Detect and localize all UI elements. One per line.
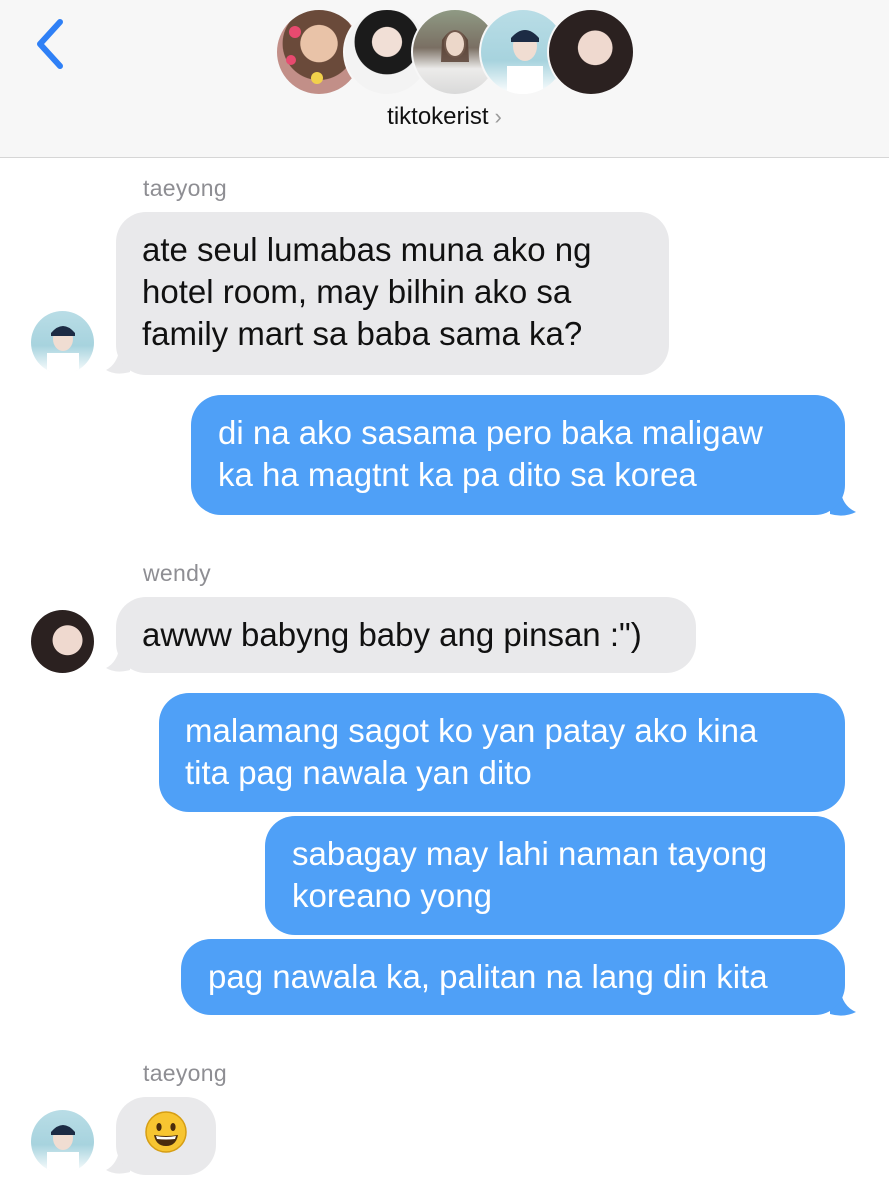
chevron-left-icon (37, 19, 63, 69)
group-avatar (547, 8, 635, 96)
avatar-image-icon (47, 326, 79, 374)
avatar[interactable] (31, 311, 94, 374)
avatar[interactable] (31, 1110, 94, 1173)
back-button[interactable] (30, 16, 74, 72)
message-bubble-outgoing[interactable]: di na ako sasama pero baka maligaw ka ha… (191, 395, 845, 515)
group-name-label: tiktokerist (387, 103, 489, 130)
message-text: ate seul lumabas muna ako ng (142, 231, 592, 268)
sender-label: taeyong (143, 175, 227, 201)
message-bubble-outgoing[interactable]: malamang sagot ko yan patay ako kina tit… (159, 693, 845, 812)
message-text: family mart sa baba sama ka? (142, 315, 583, 352)
chevron-right-icon: › (494, 104, 502, 129)
avatar[interactable] (31, 610, 94, 673)
message-text: pag nawala ka, palitan na lang din kita (208, 958, 768, 995)
conversation-header: tiktokerist › (0, 0, 889, 158)
message-text: ka ha magtnt ka pa dito sa korea (218, 456, 697, 493)
message-bubble-incoming[interactable] (116, 1097, 216, 1175)
message-text: awww babyng baby ang pinsan :") (142, 616, 642, 653)
message-text: tita pag nawala yan dito (185, 754, 532, 791)
sender-label: taeyong (143, 1060, 227, 1086)
group-name[interactable]: tiktokerist › (0, 103, 889, 131)
message-text: di na ako sasama pero baka maligaw (218, 414, 763, 451)
message-text: sabagay may lahi naman tayong (292, 835, 768, 872)
group-avatars[interactable] (275, 8, 635, 96)
message-bubble-outgoing[interactable]: sabagay may lahi naman tayong koreano yo… (265, 816, 845, 935)
message-text: malamang sagot ko yan patay ako kina (185, 712, 758, 749)
sender-label: wendy (143, 560, 211, 586)
avatar-image-icon (47, 1125, 79, 1173)
message-text: koreano yong (292, 877, 492, 914)
message-bubble-outgoing[interactable]: pag nawala ka, palitan na lang din kita (181, 939, 845, 1015)
message-text: hotel room, may bilhin ako sa (142, 273, 572, 310)
message-bubble-incoming[interactable]: awww babyng baby ang pinsan :") (116, 597, 696, 673)
grinning-face-emoji-icon (145, 1111, 187, 1153)
message-bubble-incoming[interactable]: ate seul lumabas muna ako ng hotel room,… (116, 212, 669, 375)
